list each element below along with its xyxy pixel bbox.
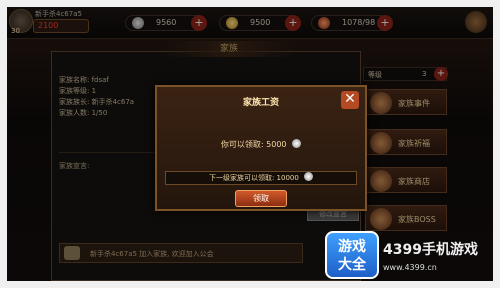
game-screen: 30 新手杀4c67a5 2100 9560 + 9500 + 1078/98 … xyxy=(0,0,500,288)
silver-coin-icon xyxy=(292,139,302,148)
collect-button[interactable]: 领取 xyxy=(235,190,287,207)
watermark-logo: 游戏 大全 xyxy=(325,231,379,279)
salary-modal: 家族工资 ✕ 你可以领取: 5000 下一级家族可以领取: 10000 领取 xyxy=(155,85,367,211)
silver-coin-icon xyxy=(304,172,314,181)
logo-line: 游戏 xyxy=(338,239,366,255)
salary-amount: 你可以领取: 5000 xyxy=(157,139,365,150)
next-level-salary: 下一级家族可以领取: 10000 xyxy=(165,171,357,185)
modal-title: 家族工资 xyxy=(242,98,279,108)
close-button[interactable]: ✕ xyxy=(341,91,359,109)
amount-text: 你可以领取: 5000 xyxy=(220,140,287,149)
watermark-url: www.4399.cn xyxy=(383,263,437,272)
watermark-brand: 4399手机游戏 xyxy=(383,242,478,258)
next-level-text: 下一级家族可以领取: 10000 xyxy=(208,174,299,182)
logo-line: 大全 xyxy=(338,257,366,273)
